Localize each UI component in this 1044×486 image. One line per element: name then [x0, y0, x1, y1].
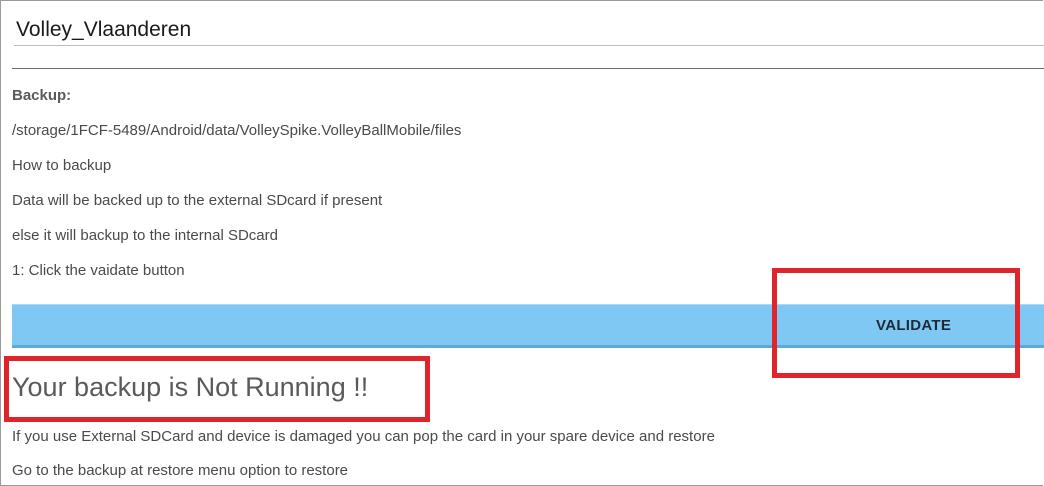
validate-button[interactable]: VALIDATE — [12, 304, 1044, 348]
external-sdcard-restore-info: If you use External SDCard and device is… — [12, 428, 715, 445]
validate-button-label: VALIDATE — [876, 317, 952, 334]
backup-section-label: Backup: — [12, 87, 72, 104]
how-to-backup-heading: How to backup — [12, 157, 112, 174]
restore-menu-info: Go to the backup at restore menu option … — [12, 462, 349, 479]
external-sdcard-note: Data will be backed up to the external S… — [12, 192, 383, 209]
step-1-instruction: 1: Click the vaidate button — [12, 262, 185, 279]
backup-status-text: Your backup is Not Running !! — [12, 372, 369, 402]
app-name-field[interactable] — [14, 14, 1044, 46]
internal-sdcard-note: else it will backup to the internal SDca… — [12, 227, 278, 244]
header-divider — [12, 68, 1044, 69]
backup-path: /storage/1FCF-5489/Android/data/VolleySp… — [12, 122, 462, 139]
